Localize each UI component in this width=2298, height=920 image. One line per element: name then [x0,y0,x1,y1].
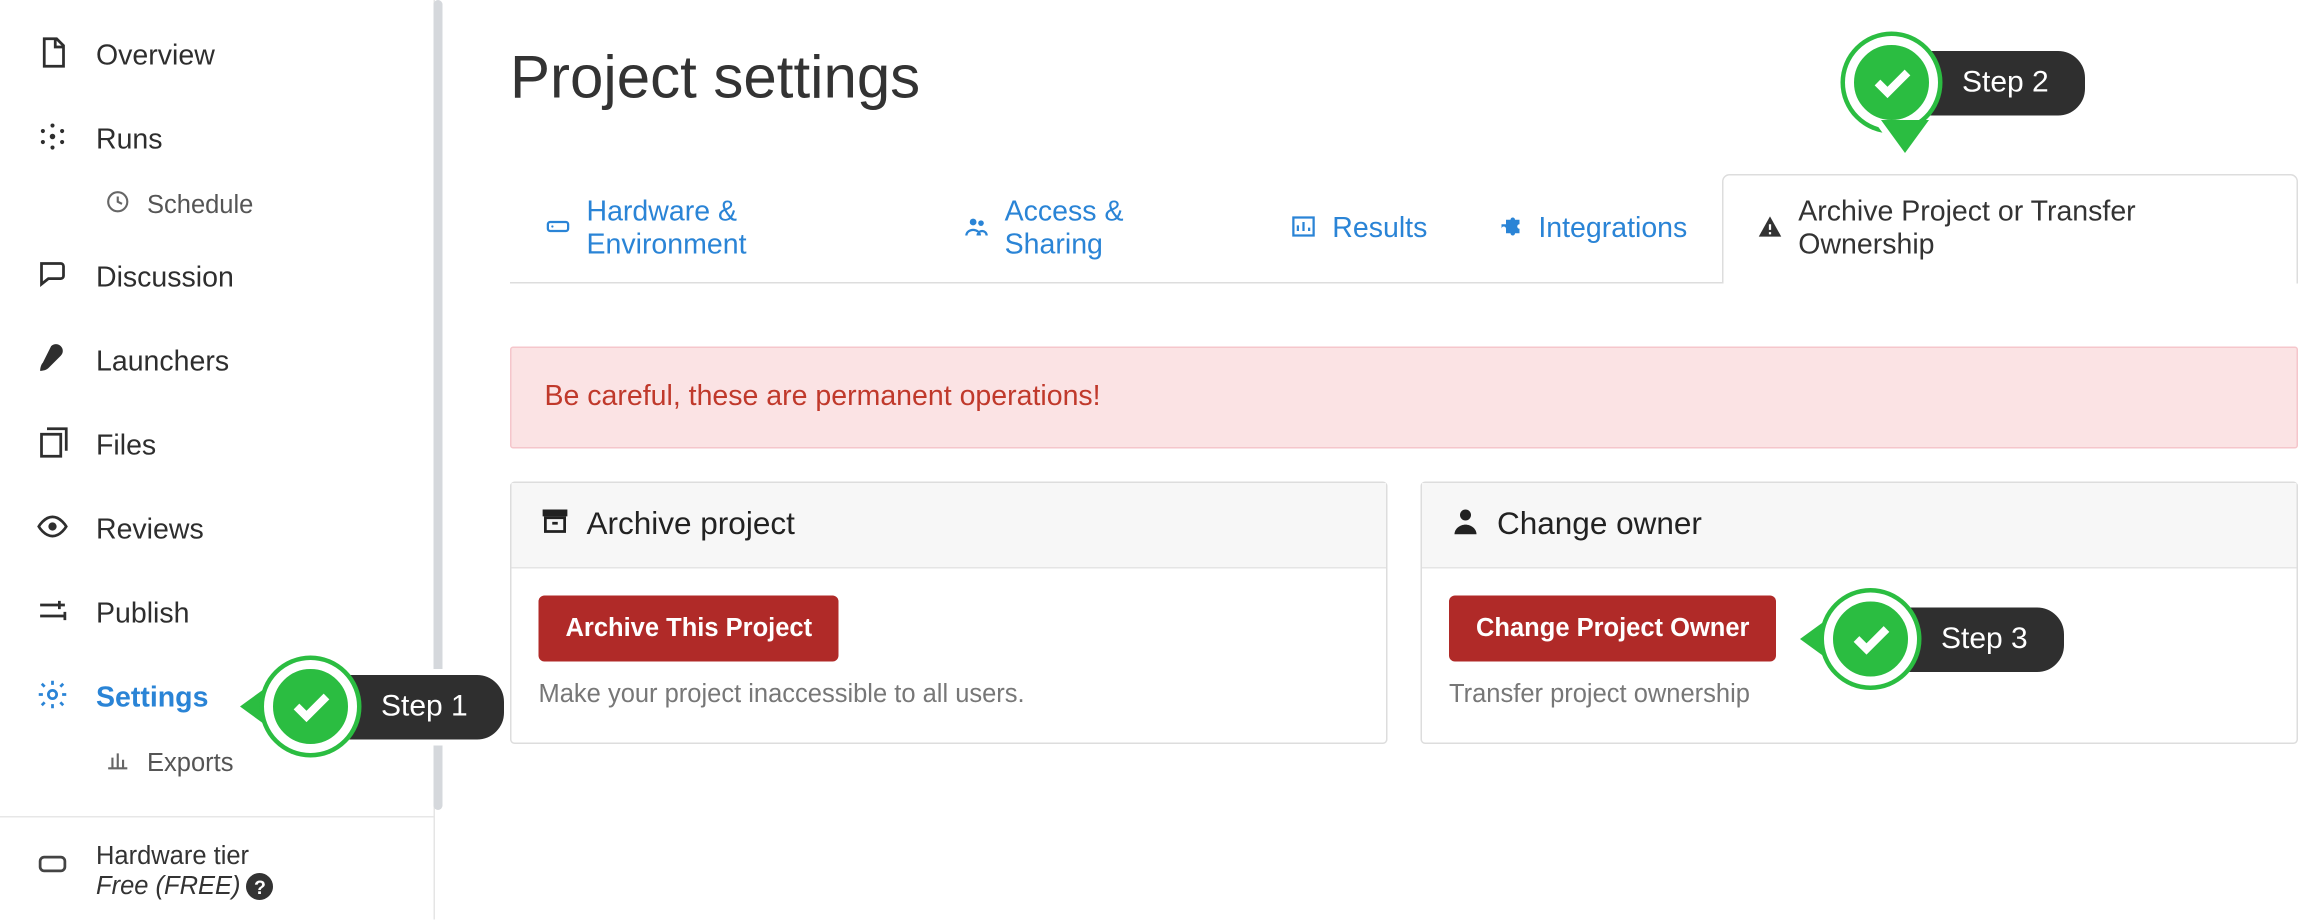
sidebar-item-label: Publish [96,599,189,632]
sidebar: Overview Runs Schedule Discussion Launch… [0,0,435,920]
runs-icon [30,120,75,162]
drive-icon [545,212,572,247]
archive-desc: Make your project inaccessible to all us… [539,680,1360,710]
sidebar-sub-label: Schedule [147,191,253,221]
users-icon [963,212,990,247]
callout-step-2: Step 2 [1845,36,2091,153]
tab-label: Hardware & Environment [587,197,894,263]
callout-step-3: Step 3 [1800,593,2070,686]
check-icon [1845,36,1938,129]
exports-icon [105,747,138,780]
user-icon [1449,504,1482,546]
hardware-title: Hardware tier [96,842,274,872]
warning-text: Be careful, these are permanent operatio… [545,381,1101,413]
hardware-value: Free (FREE) [96,872,241,902]
clock-icon [105,189,138,222]
archive-card: Archive project Archive This Project Mak… [510,482,1388,745]
sidebar-item-label: Files [96,431,156,464]
sidebar-sub-schedule[interactable]: Schedule [0,183,434,237]
eye-icon [30,510,75,552]
publish-icon [30,594,75,636]
sidebar-item-publish[interactable]: Publish [0,573,434,657]
gear-icon [30,678,75,720]
hardware-icon [30,842,75,890]
sidebar-item-overview[interactable]: Overview [0,15,434,99]
sidebar-item-label: Launchers [96,347,229,380]
check-icon [1824,593,1917,686]
tab-label: Access & Sharing [1005,197,1222,263]
sidebar-item-runs[interactable]: Runs [0,99,434,183]
warning-icon [1756,212,1783,247]
tab-results[interactable]: Results [1256,174,1462,284]
tab-integrations[interactable]: Integrations [1462,174,1722,284]
tabs: Hardware & Environment Access & Sharing … [510,173,2298,284]
rocket-icon [30,342,75,384]
sidebar-item-label: Reviews [96,515,204,548]
warning-banner: Be careful, these are permanent operatio… [510,347,2298,449]
tab-access[interactable]: Access & Sharing [928,174,1256,284]
document-icon [30,36,75,78]
tab-label: Results [1332,213,1427,246]
sidebar-divider [0,816,434,818]
sidebar-item-files[interactable]: Files [0,405,434,489]
callout-step-1: Step 1 [240,660,510,753]
check-icon [264,660,357,753]
tab-label: Archive Project or Transfer Ownership [1798,197,2263,263]
sidebar-item-label: Overview [96,41,215,74]
sidebar-sub-label: Exports [147,749,233,779]
archive-icon [539,504,572,546]
tab-label: Integrations [1538,213,1687,246]
card-title: Change owner [1497,507,1702,543]
tab-archive[interactable]: Archive Project or Transfer Ownership [1722,174,2298,284]
files-icon [30,426,75,468]
sidebar-item-label: Settings [96,683,208,716]
sidebar-item-label: Discussion [96,263,234,296]
sidebar-item-launchers[interactable]: Launchers [0,321,434,405]
help-icon[interactable]: ? [247,873,274,900]
archive-project-button[interactable]: Archive This Project [539,596,840,662]
card-title: Archive project [587,507,795,543]
chart-icon [1290,212,1317,247]
sidebar-item-label: Runs [96,125,163,158]
puzzle-icon [1496,212,1523,247]
sidebar-item-discussion[interactable]: Discussion [0,237,434,321]
tab-hardware[interactable]: Hardware & Environment [510,174,928,284]
comments-icon [30,258,75,300]
change-owner-button[interactable]: Change Project Owner [1449,596,1776,662]
sidebar-item-reviews[interactable]: Reviews [0,489,434,573]
hardware-tier-block[interactable]: Hardware tier Free (FREE) ? [0,833,434,902]
